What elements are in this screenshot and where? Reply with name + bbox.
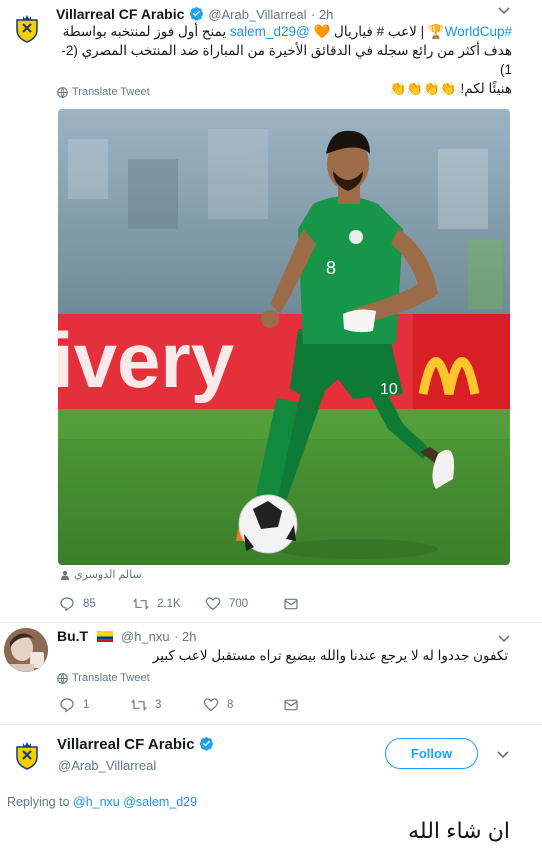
- globe-icon: [57, 86, 68, 98]
- author-name[interactable]: Villarreal CF Arabic: [57, 736, 195, 753]
- divider: [0, 622, 542, 623]
- reply-icon: [60, 698, 74, 713]
- translate-tweet-link[interactable]: Translate Tweet: [57, 86, 150, 98]
- translate-tweet-link[interactable]: Translate Tweet: [57, 672, 150, 684]
- divider: [0, 724, 542, 725]
- yellow-heart-icon: 🧡: [313, 24, 331, 39]
- image-tag[interactable]: سالم الدوسري: [60, 568, 142, 581]
- retweet-icon: [133, 598, 149, 610]
- tweet-actions: 1 3 8: [59, 697, 299, 713]
- ad-board-text: ivery: [58, 316, 234, 404]
- verified-badge-icon: [189, 7, 203, 21]
- direct-message-button[interactable]: [283, 596, 299, 612]
- user-avatar-photo: [4, 628, 48, 672]
- retweet-button[interactable]: 3: [131, 697, 203, 713]
- villarreal-crest-icon: [9, 737, 45, 773]
- like-button[interactable]: 700: [205, 596, 283, 612]
- villarreal-crest-icon: [9, 10, 45, 46]
- tweet-menu-chevron-down-icon[interactable]: [496, 748, 510, 762]
- reply-count: 85: [83, 598, 96, 610]
- colombia-flag-icon: [96, 629, 113, 642]
- person-icon: [61, 570, 69, 580]
- envelope-icon: [284, 598, 298, 610]
- tweet-actions: 85 2.1K 700: [59, 596, 299, 612]
- author-name[interactable]: Bu.T: [57, 628, 88, 644]
- focus-tweet-text: ان شاء الله: [408, 818, 510, 843]
- tweet-line-1: #WorldCup🏆 | لاعب # فياريال 🧡 @salem_d29…: [56, 22, 512, 41]
- replying-prefix: Replying to: [7, 795, 74, 809]
- follow-button[interactable]: Follow: [385, 738, 478, 769]
- envelope-icon: [284, 699, 298, 711]
- heart-icon: [205, 597, 221, 611]
- image-tag-label: سالم الدوسري: [74, 569, 142, 581]
- author-handle[interactable]: @Arab_Villarreal: [58, 758, 156, 773]
- retweet-button[interactable]: 2.1K: [133, 596, 205, 612]
- tweet-menu-chevron-down-icon[interactable]: [497, 4, 511, 18]
- replying-to: Replying to @h_nxu @salem_d29: [7, 795, 197, 809]
- mention-link[interactable]: @salem_d29: [230, 24, 310, 39]
- retweet-count: 3: [155, 699, 162, 711]
- svg-text:8: 8: [326, 258, 336, 278]
- reply-count: 1: [83, 699, 90, 711]
- like-count: 8: [227, 699, 234, 711]
- verified-badge-icon: [199, 737, 214, 751]
- like-button[interactable]: 8: [203, 697, 283, 713]
- reply-button[interactable]: 85: [59, 596, 133, 612]
- heart-icon: [203, 698, 219, 712]
- hashtag-link[interactable]: #WorldCup: [445, 24, 512, 39]
- hashtag-trophy-icon: 🏆: [427, 24, 445, 39]
- translate-label: Translate Tweet: [72, 672, 150, 684]
- focus-header: Villarreal CF Arabic: [57, 736, 214, 754]
- tweet-header: Bu.T @h_nxu · 2h: [57, 628, 197, 646]
- direct-message-button[interactable]: [283, 697, 299, 713]
- avatar[interactable]: [9, 10, 45, 46]
- timestamp[interactable]: · 2h: [311, 7, 333, 22]
- tweet-photo[interactable]: ivery 10 8: [58, 109, 510, 565]
- tweet-menu-chevron-down-icon[interactable]: [497, 632, 511, 646]
- retweet-icon: [131, 699, 147, 711]
- timestamp[interactable]: · 2h: [174, 629, 196, 644]
- globe-icon: [57, 672, 68, 684]
- tweet-line-1-mid: | لاعب # فياريال: [330, 24, 428, 39]
- tweet-line-1-tail: يمنح أول فوز لمنتخبه بواسطة: [62, 24, 230, 39]
- avatar[interactable]: [4, 628, 48, 672]
- replying-to-mentions[interactable]: @h_nxu @salem_d29: [73, 795, 197, 809]
- reply-button[interactable]: 1: [59, 697, 131, 713]
- tweet-text: تكفون جددوا له لا يرجع عندنا والله بيضيع…: [152, 648, 508, 663]
- reply-icon: [60, 597, 74, 612]
- tweet-line-2: هدف أكثر من رائع سجله في الدقائق الأخيرة…: [61, 43, 512, 77]
- avatar[interactable]: [9, 737, 45, 773]
- svg-text:10: 10: [380, 381, 398, 398]
- author-handle[interactable]: @Arab_Villarreal: [208, 7, 306, 22]
- retweet-count: 2.1K: [157, 598, 181, 610]
- author-handle[interactable]: @h_nxu: [121, 629, 170, 644]
- footballer-photo: ivery 10 8: [58, 109, 510, 565]
- like-count: 700: [229, 598, 249, 610]
- author-name[interactable]: Villarreal CF Arabic: [56, 6, 184, 22]
- translate-label: Translate Tweet: [72, 86, 150, 98]
